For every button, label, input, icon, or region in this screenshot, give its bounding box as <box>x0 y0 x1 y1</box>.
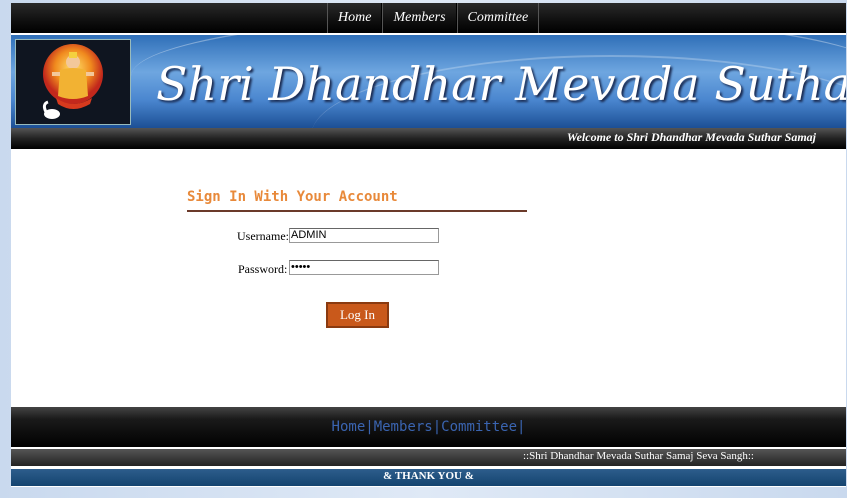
nav-committee[interactable]: Committee <box>456 3 540 33</box>
login-button[interactable]: Log In <box>326 302 389 328</box>
footer-nav-bar: Home|Members|Committee| <box>11 407 846 447</box>
nav-home[interactable]: Home <box>327 3 383 33</box>
password-label: Password: <box>238 262 288 276</box>
footer-link-home[interactable]: Home <box>332 419 366 435</box>
footer-separator: | <box>365 419 374 435</box>
signin-heading: Sign In With Your Account <box>187 189 398 205</box>
signin-divider <box>187 210 527 212</box>
welcome-text: Welcome to Shri Dhandhar Mevada Suthar S… <box>566 130 816 144</box>
footer-separator: | <box>517 419 526 435</box>
username-label: Username: <box>237 229 289 243</box>
sangh-bar: ::Shri Dhandhar Mevada Suthar Samaj Seva… <box>11 449 846 466</box>
top-nav: Home Members Committee <box>11 3 846 33</box>
welcome-bar: Welcome to Shri Dhandhar Mevada Suthar S… <box>11 128 846 149</box>
thanks-bar: & THANK YOU & <box>11 469 846 486</box>
deity-logo <box>15 39 131 125</box>
footer-link-committee[interactable]: Committee <box>441 419 517 435</box>
thanks-text: & THANK YOU & <box>383 470 474 482</box>
nav-members[interactable]: Members <box>382 3 457 33</box>
footer-link-members[interactable]: Members <box>374 419 433 435</box>
username-input[interactable]: ADMIN <box>289 228 439 243</box>
footer-separator: | <box>432 419 442 435</box>
site-title: Shri Dhandhar Mevada Suthar Samaj <box>156 57 846 111</box>
password-input[interactable]: ••••• <box>289 260 439 275</box>
footer-links: Home|Members|Committee| <box>11 419 846 435</box>
header-banner: Shri Dhandhar Mevada Suthar Samaj <box>11 35 846 128</box>
page-frame: Home Members Committee Shri Dhandhar Mev… <box>11 3 846 487</box>
sangh-text: ::Shri Dhandhar Mevada Suthar Samaj Seva… <box>523 450 754 462</box>
